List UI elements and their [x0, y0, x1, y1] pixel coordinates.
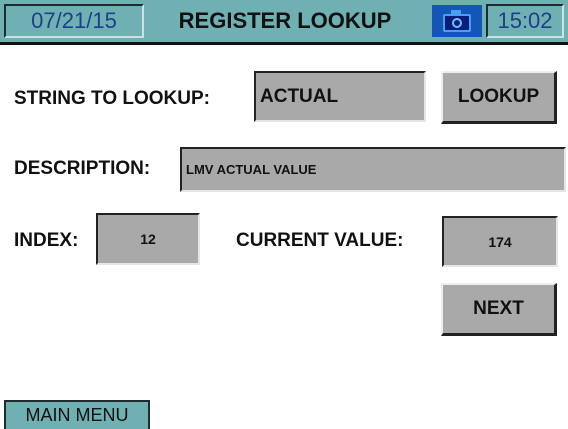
main-menu-button[interactable]: MAIN MENU [4, 400, 150, 429]
date-display: 07/21/15 [4, 4, 144, 38]
time-display: 15:02 [486, 4, 564, 38]
current-value-field: 174 [442, 216, 558, 267]
lookup-button[interactable]: LOOKUP [441, 71, 557, 124]
description-label: DESCRIPTION: [14, 158, 151, 179]
index-field: 12 [96, 213, 200, 265]
header-bar: 07/21/15 REGISTER LOOKUP 15:02 [0, 0, 568, 45]
current-value-label: CURRENT VALUE: [236, 230, 404, 251]
description-field: LMV ACTUAL VALUE [180, 147, 566, 192]
camera-button[interactable] [432, 5, 482, 37]
next-button[interactable]: NEXT [441, 283, 557, 336]
camera-lens [452, 18, 462, 28]
camera-icon [443, 14, 471, 32]
string-to-lookup-input[interactable]: ACTUAL [254, 71, 426, 122]
string-to-lookup-label: STRING TO LOOKUP: [14, 88, 210, 109]
page-title: REGISTER LOOKUP [178, 8, 392, 33]
index-label: INDEX: [14, 230, 79, 251]
